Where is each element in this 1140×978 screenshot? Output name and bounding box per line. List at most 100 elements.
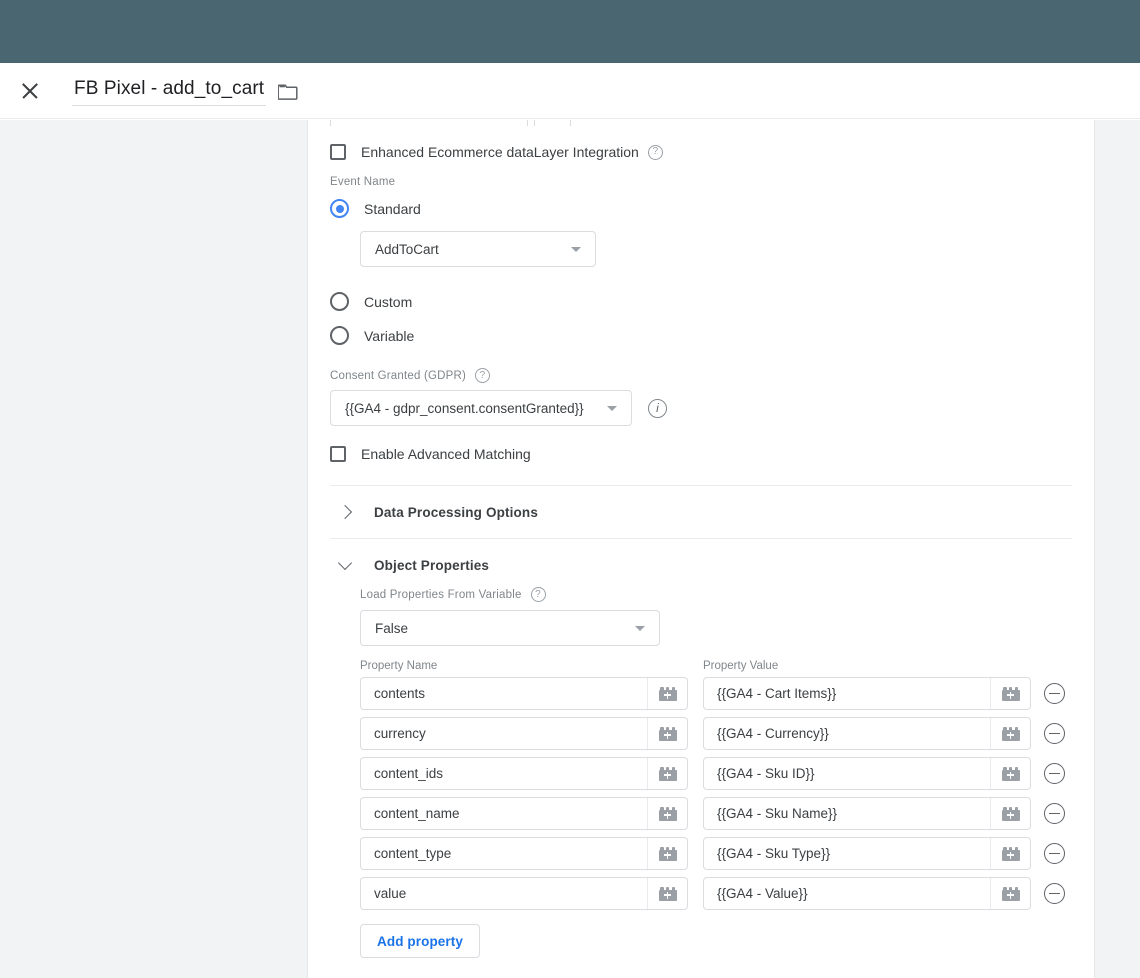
advanced-matching-checkbox[interactable] (330, 446, 346, 462)
property-value-input[interactable]: {{GA4 - Sku ID}} (704, 758, 990, 789)
table-row: value {{GA4 - Value}} (360, 877, 1072, 910)
block-variable-icon (1002, 847, 1020, 861)
table-row: currency {{GA4 - Currency}} (360, 717, 1072, 750)
enhanced-ecommerce-label: Enhanced Ecommerce dataLayer Integration (361, 144, 639, 160)
advanced-matching-row[interactable]: Enable Advanced Matching (330, 446, 1072, 462)
property-value-input[interactable]: {{GA4 - Sku Type}} (704, 838, 990, 869)
property-name-input[interactable]: content_name (361, 798, 647, 829)
event-name-option-variable[interactable]: Variable (330, 326, 1072, 345)
property-value-input[interactable]: {{GA4 - Value}} (704, 878, 990, 909)
property-name-input-group: content_name (360, 797, 688, 830)
radio-variable[interactable] (330, 326, 349, 345)
consent-granted-select[interactable]: {{GA4 - gdpr_consent.consentGranted}} (330, 390, 632, 426)
insert-variable-button[interactable] (990, 798, 1030, 829)
remove-row-button[interactable] (1044, 683, 1065, 704)
dialog-title-bar: FB Pixel - add_to_cart (0, 63, 1140, 119)
insert-variable-button[interactable] (647, 678, 687, 709)
property-value-input-group: {{GA4 - Sku ID}} (703, 757, 1031, 790)
block-variable-icon (659, 687, 677, 701)
consent-granted-value: {{GA4 - gdpr_consent.consentGranted}} (345, 401, 607, 416)
remove-row-button[interactable] (1044, 843, 1065, 864)
insert-variable-button[interactable] (990, 678, 1030, 709)
property-table-header: Property Name Property Value (360, 660, 1072, 672)
app-top-bar (0, 0, 1140, 63)
property-name-input[interactable]: content_ids (361, 758, 647, 789)
property-value-input[interactable]: {{GA4 - Cart Items}} (704, 678, 990, 709)
insert-variable-button[interactable] (647, 878, 687, 909)
remove-row-button[interactable] (1044, 723, 1065, 744)
property-value-input-group: {{GA4 - Currency}} (703, 717, 1031, 750)
table-row: contents {{GA4 - Cart Items}} (360, 677, 1072, 710)
remove-row-button[interactable] (1044, 803, 1065, 824)
partial-input[interactable] (330, 120, 528, 126)
load-properties-text: Load Properties From Variable (360, 589, 522, 601)
radio-custom[interactable] (330, 292, 349, 311)
remove-row-button[interactable] (1044, 883, 1065, 904)
chevron-right-icon (338, 505, 352, 519)
tag-name-field[interactable]: FB Pixel - add_to_cart (72, 76, 266, 106)
block-variable-icon (659, 807, 677, 821)
property-name-input-group: contents (360, 677, 688, 710)
block-variable-icon (1002, 807, 1020, 821)
property-name-input-group: value (360, 877, 688, 910)
column-header-property-name: Property Name (360, 660, 688, 672)
info-icon[interactable]: i (648, 399, 667, 418)
insert-variable-button[interactable] (647, 838, 687, 869)
event-name-option-standard[interactable]: Standard (330, 199, 1072, 218)
help-icon[interactable]: ? (531, 587, 546, 602)
folder-glyph (278, 83, 298, 100)
radio-standard[interactable] (330, 199, 349, 218)
object-properties-body: Load Properties From Variable ? False Pr… (330, 587, 1072, 958)
block-variable-icon (659, 767, 677, 781)
property-name-input[interactable]: content_type (361, 838, 647, 869)
consent-granted-row: {{GA4 - gdpr_consent.consentGranted}} i (330, 390, 1072, 426)
standard-event-value: AddToCart (375, 242, 571, 257)
standard-event-select[interactable]: AddToCart (360, 231, 596, 267)
insert-variable-button[interactable] (990, 718, 1030, 749)
property-value-input[interactable]: {{GA4 - Sku Name}} (704, 798, 990, 829)
event-name-option-custom[interactable]: Custom (330, 292, 1072, 311)
insert-variable-button[interactable] (990, 758, 1030, 789)
chevron-down-icon (338, 556, 352, 570)
radio-variable-label: Variable (364, 328, 414, 344)
insert-variable-button[interactable] (990, 878, 1030, 909)
property-value-input-group: {{GA4 - Value}} (703, 877, 1031, 910)
property-value-input-group: {{GA4 - Sku Name}} (703, 797, 1031, 830)
insert-variable-button[interactable] (647, 758, 687, 789)
property-name-input-group: currency (360, 717, 688, 750)
add-property-button[interactable]: Add property (360, 924, 480, 958)
block-variable-icon (1002, 687, 1020, 701)
section-object-properties[interactable]: Object Properties (330, 539, 1072, 591)
chevron-down-icon (635, 626, 645, 631)
property-name-input[interactable]: currency (361, 718, 647, 749)
enhanced-ecommerce-checkbox[interactable] (330, 144, 346, 160)
remove-row-button[interactable] (1044, 763, 1065, 784)
block-variable-icon (659, 847, 677, 861)
load-properties-select[interactable]: False (360, 610, 660, 646)
partial-button[interactable] (534, 120, 571, 126)
insert-variable-button[interactable] (647, 718, 687, 749)
folder-icon[interactable] (278, 83, 298, 100)
enhanced-ecommerce-row[interactable]: Enhanced Ecommerce dataLayer Integration… (330, 144, 1072, 160)
consent-granted-label: Consent Granted (GDPR) ? (330, 368, 1072, 383)
event-name-label: Event Name (330, 176, 1072, 188)
property-name-input[interactable]: contents (361, 678, 647, 709)
insert-variable-button[interactable] (647, 798, 687, 829)
property-value-input[interactable]: {{GA4 - Currency}} (704, 718, 990, 749)
scrolled-partial-field (330, 120, 1072, 126)
block-variable-icon (1002, 767, 1020, 781)
help-icon[interactable]: ? (648, 145, 663, 160)
close-icon[interactable] (18, 79, 42, 103)
property-name-input[interactable]: value (361, 878, 647, 909)
block-variable-icon (1002, 887, 1020, 901)
property-name-input-group: content_type (360, 837, 688, 870)
insert-variable-button[interactable] (990, 838, 1030, 869)
help-icon[interactable]: ? (475, 368, 490, 383)
chevron-down-icon (571, 247, 581, 252)
property-value-input-group: {{GA4 - Cart Items}} (703, 677, 1031, 710)
section-data-processing-options[interactable]: Data Processing Options (330, 486, 1072, 538)
block-variable-icon (659, 887, 677, 901)
table-row: content_type {{GA4 - Sku Type}} (360, 837, 1072, 870)
block-variable-icon (1002, 727, 1020, 741)
page-background: Enhanced Ecommerce dataLayer Integration… (0, 120, 1140, 978)
